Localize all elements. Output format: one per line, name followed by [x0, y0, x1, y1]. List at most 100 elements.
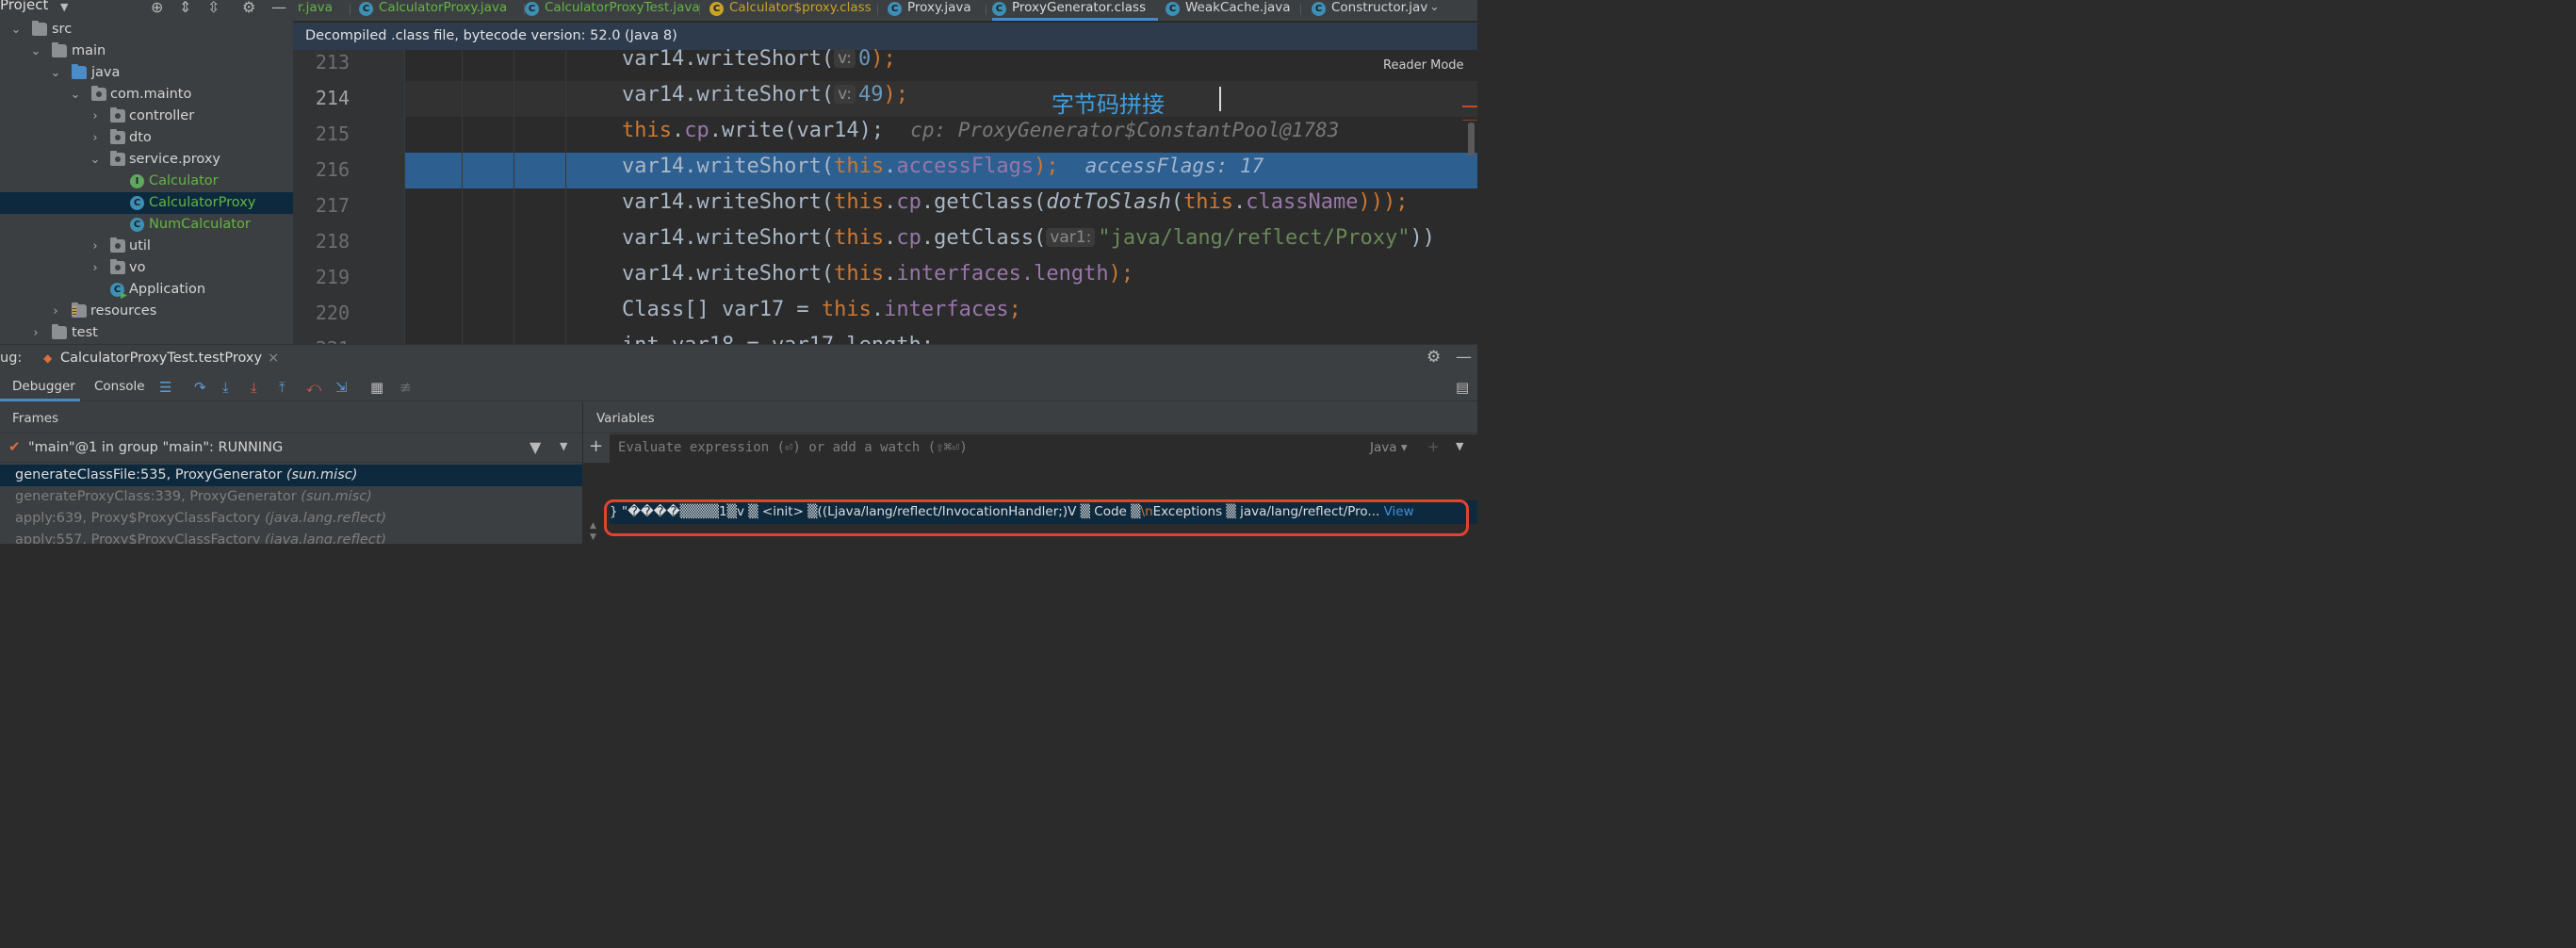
- code-fragment: var14.writeShort(: [622, 83, 835, 106]
- param-hint: var1:: [1046, 228, 1096, 247]
- class-icon: C: [359, 2, 373, 16]
- scroll-up-icon[interactable]: ▲: [590, 521, 596, 531]
- chevron-right-icon[interactable]: ›: [89, 127, 102, 149]
- chevron-right-icon[interactable]: ›: [89, 257, 102, 279]
- step-into-icon[interactable]: ⤓: [222, 379, 229, 396]
- thread-selector[interactable]: ✔ "main"@1 in group "main": RUNNING ▼ ▼: [0, 434, 582, 463]
- scrollbar-marker: [1462, 106, 1477, 107]
- locate-icon[interactable]: ⊕: [151, 0, 163, 16]
- tree-item-dto[interactable]: › dto: [0, 127, 293, 149]
- tree-item-main[interactable]: ⌄ main: [0, 41, 293, 62]
- tab-label: r.java: [298, 0, 333, 15]
- class-icon: C: [130, 196, 144, 210]
- folder-icon: [52, 42, 67, 57]
- tab-console[interactable]: Console: [94, 374, 145, 401]
- chevron-down-icon[interactable]: ▼: [1456, 440, 1463, 452]
- frame-item[interactable]: apply:639, Proxy$ProxyClassFactory (java…: [0, 508, 582, 530]
- code-fragment: .: [884, 155, 897, 178]
- tree-item-application[interactable]: C Application: [0, 279, 293, 301]
- chevron-right-icon[interactable]: ›: [89, 236, 102, 257]
- code-field: cp: [896, 226, 921, 250]
- collapse-all-icon[interactable]: ⇳: [207, 0, 220, 16]
- tab-debugger[interactable]: Debugger: [0, 374, 80, 401]
- tab-proxy-generator-class[interactable]: C ProxyGenerator.class: [992, 0, 1158, 21]
- layout-icon[interactable]: ▤: [1456, 379, 1469, 396]
- chevron-down-icon[interactable]: ⌄: [89, 149, 102, 171]
- tab-calculator-proxy-java[interactable]: C CalculatorProxy.java: [359, 0, 525, 21]
- scrollbar-marker: [1462, 120, 1477, 121]
- highlight-box: [604, 499, 1469, 536]
- chevron-right-icon[interactable]: ›: [29, 322, 42, 344]
- step-over-icon[interactable]: ↷: [194, 379, 206, 396]
- chevron-right-icon[interactable]: ›: [49, 301, 62, 322]
- tree-item-vo[interactable]: › vo: [0, 257, 293, 279]
- tab-constructor-java[interactable]: C Constructor.jav: [1312, 0, 1443, 21]
- step-out-icon[interactable]: ⤒: [279, 379, 285, 396]
- code-fragment: var14.writeShort(: [622, 190, 835, 214]
- tree-item-calculator[interactable]: I Calculator: [0, 171, 293, 192]
- chevron-right-icon[interactable]: ›: [89, 106, 102, 127]
- close-icon[interactable]: ×: [268, 351, 279, 366]
- gear-icon[interactable]: ⚙: [242, 0, 255, 16]
- hide-icon[interactable]: —: [271, 0, 286, 16]
- code-fragment: Class[] var17 =: [622, 298, 822, 321]
- code-field: cp: [684, 119, 709, 142]
- code-fragment: var14.writeShort(: [622, 155, 835, 178]
- tree-item-num-calculator[interactable]: C NumCalculator: [0, 214, 293, 236]
- gear-icon[interactable]: ⚙: [1427, 348, 1441, 367]
- language-selector[interactable]: Java ▾: [1370, 440, 1408, 455]
- code-fragment: .getClass(: [921, 190, 1047, 214]
- frame-item[interactable]: apply:557, Proxy$ProxyClassFactory (java…: [0, 530, 582, 544]
- code-fragment: .: [884, 226, 897, 250]
- inline-debug-value[interactable]: accessFlags: 17: [1085, 155, 1264, 177]
- reader-mode-button[interactable]: Reader Mode: [1383, 58, 1464, 73]
- force-step-into-icon[interactable]: ⤓: [251, 379, 257, 396]
- scroll-down-icon[interactable]: ▼: [590, 532, 596, 542]
- line-number-current: 214: [315, 87, 350, 109]
- inline-debug-value[interactable]: cp: ProxyGenerator$ConstantPool@1783: [910, 119, 1339, 141]
- chevron-down-icon[interactable]: ▼: [60, 1, 68, 13]
- expand-all-icon[interactable]: ⇕: [179, 0, 191, 16]
- tree-item-controller[interactable]: › controller: [0, 106, 293, 127]
- tab-calculator-proxy-class[interactable]: C Calculator$proxy.class: [709, 0, 878, 21]
- evaluate-expression-field[interactable]: Evaluate expression (⏎) or add a watch (…: [610, 434, 1477, 463]
- tab-calculator-proxy-test-java[interactable]: C CalculatorProxyTest.java: [525, 0, 700, 21]
- code-field: interfaces: [896, 262, 1021, 286]
- chevron-down-icon[interactable]: ⌄: [49, 62, 62, 84]
- drop-frame-icon[interactable]: ⤺: [306, 379, 321, 396]
- chevron-down-icon[interactable]: ⌄: [9, 19, 23, 41]
- code-keyword: this: [834, 226, 885, 250]
- thread-label: "main"@1 in group "main": RUNNING: [28, 440, 284, 455]
- tab-r-java[interactable]: r.java: [298, 0, 351, 21]
- debug-session-tab[interactable]: ◆ CalculatorProxyTest.testProxy ×: [43, 351, 279, 366]
- tree-item-java[interactable]: ⌄ java: [0, 62, 293, 84]
- chevron-down-icon[interactable]: ⌄: [69, 84, 82, 106]
- tree-item-com-mainto[interactable]: ⌄ com.mainto: [0, 84, 293, 106]
- tree-item-util[interactable]: › util: [0, 236, 293, 257]
- frame-item[interactable]: generateClassFile:535, ProxyGenerator (s…: [0, 465, 582, 486]
- project-title[interactable]: Project: [0, 0, 48, 13]
- tree-item-src[interactable]: ⌄ src: [0, 19, 293, 41]
- code-text: var14.writeShort(this.cp.getClass(dotToS…: [622, 190, 1409, 214]
- tab-proxy-java[interactable]: C Proxy.java: [888, 0, 986, 21]
- frame-item[interactable]: generateProxyClass:339, ProxyGenerator (…: [0, 486, 582, 508]
- chevron-down-icon[interactable]: ⌄: [29, 41, 42, 62]
- interface-icon: I: [130, 174, 144, 188]
- line-number: 220: [315, 302, 350, 324]
- run-to-cursor-icon[interactable]: ⇲: [335, 379, 348, 396]
- debug-session-icon: ◆: [43, 351, 53, 365]
- add-watch-icon[interactable]: +: [589, 436, 603, 456]
- tab-weak-cache-java[interactable]: C WeakCache.java: [1166, 0, 1301, 21]
- tree-item-service-proxy[interactable]: ⌄ service.proxy: [0, 149, 293, 171]
- editor-scrollbar[interactable]: [1468, 123, 1475, 156]
- chevron-down-icon[interactable]: ⌄: [1429, 0, 1440, 21]
- tree-item-resources[interactable]: › resources: [0, 301, 293, 322]
- trace-icon: ≢: [399, 379, 412, 396]
- hide-icon[interactable]: —: [1456, 348, 1472, 367]
- chevron-down-icon[interactable]: ▼: [560, 440, 567, 452]
- layout-menu-icon[interactable]: ☰: [159, 379, 171, 396]
- filter-icon[interactable]: ▼: [530, 438, 541, 456]
- tree-item-calculator-proxy[interactable]: C CalculatorProxy: [0, 192, 293, 214]
- evaluate-expression-icon[interactable]: ▦: [370, 379, 383, 396]
- tree-item-test[interactable]: › test: [0, 322, 293, 344]
